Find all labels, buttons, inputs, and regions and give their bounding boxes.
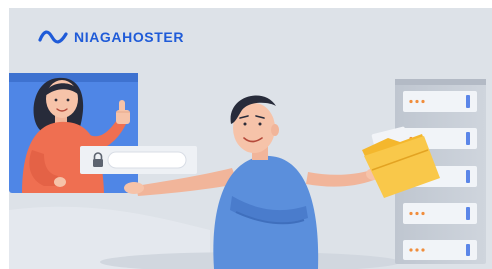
video-call-window: [9, 73, 138, 193]
brand-logo: NIAGAHOSTER: [38, 30, 184, 44]
brand-name: NIAGAHOSTER: [74, 29, 185, 45]
niagahoster-logo-icon: [38, 30, 68, 44]
hero-illustration-frame: NIAGAHOSTER: [0, 0, 492, 269]
